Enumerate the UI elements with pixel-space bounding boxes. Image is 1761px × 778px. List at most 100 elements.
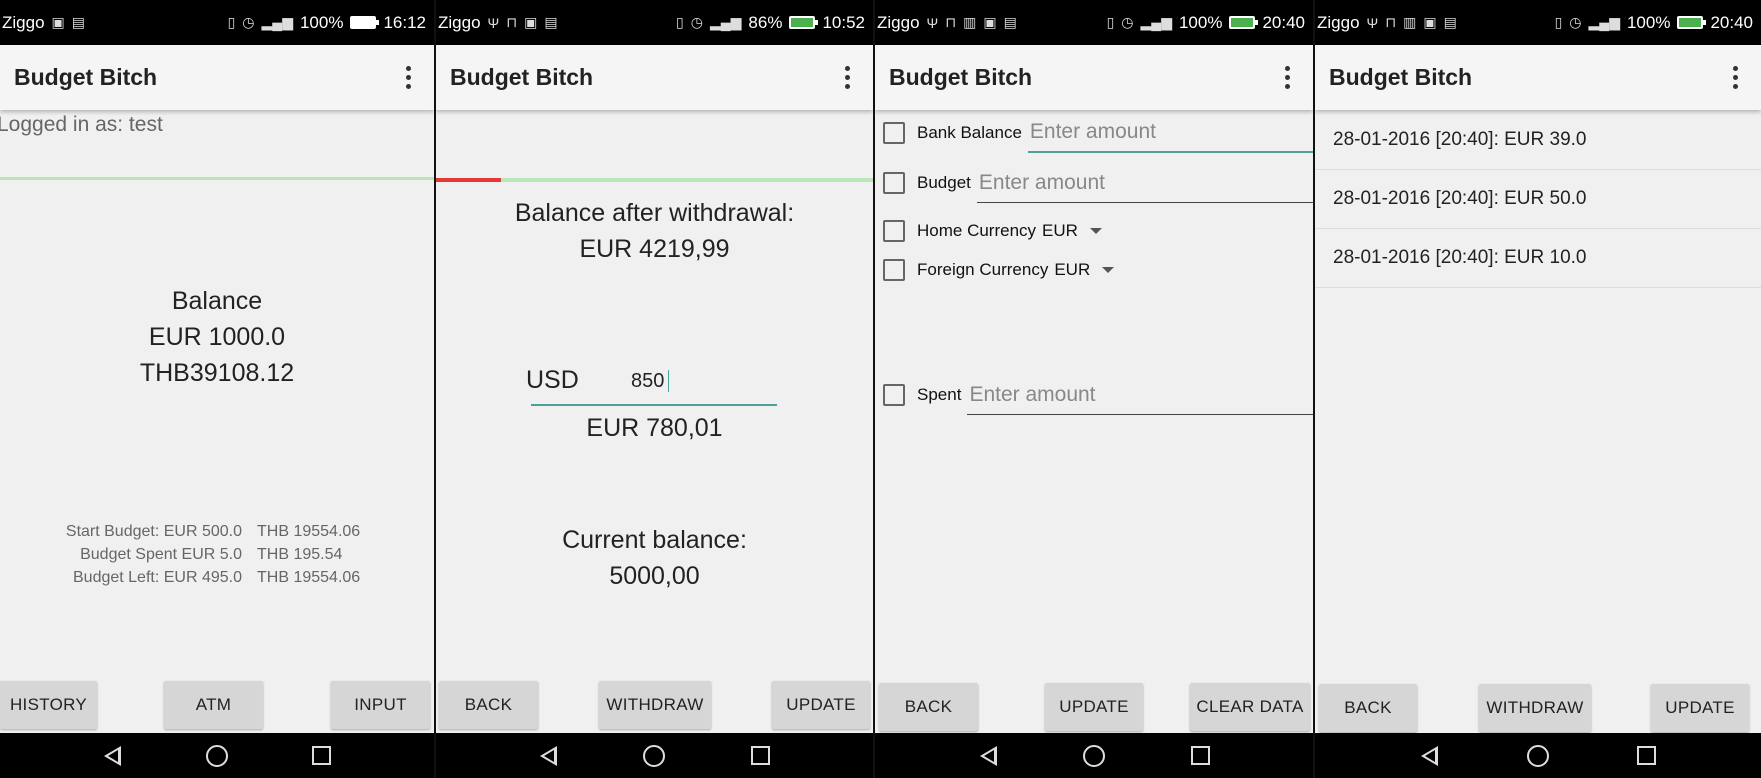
update-button[interactable]: UPDATE [1045,683,1143,731]
clock: 10:52 [822,12,865,32]
battery-percent: 100% [299,12,344,32]
update-button[interactable]: UPDATE [1651,684,1749,732]
withdraw-amount-input[interactable]: 850 [631,370,771,393]
balance-label: Balance [171,287,263,315]
balance-after-block: Balance after withdrawal: EUR 4219,99 [436,195,873,267]
history-item[interactable]: 28-01-2016 [20:40]: EUR 50.0 [1315,170,1761,229]
carrier-label: Ziggo [877,12,920,32]
stat-row: Start Budget: EUR 500.0 THB 19554.06 [0,520,434,543]
current-balance-value: 5000,00 [609,562,700,590]
input-button[interactable]: INPUT [331,681,430,729]
nav-recents-icon[interactable] [1632,741,1662,771]
atm-button[interactable]: ATM [164,681,263,729]
spent-label: Spent [917,385,962,404]
nav-home-icon[interactable] [1079,741,1109,771]
home-currency-value: EUR [1042,221,1078,240]
app-title: Budget Bitch [889,64,1033,90]
text-caret [668,370,669,392]
budget-row: Budget Enter amount [883,163,1313,203]
car-icon: ⊓ [506,14,518,30]
overflow-menu-icon[interactable] [1275,63,1299,93]
battery-charging-icon [1229,16,1259,29]
overflow-menu-icon[interactable] [396,63,420,93]
status-bar: Ziggo Ψ ⊓ ▥ ▣ ▤ ▯ ◷ ▂▄▆ 100% 20:40 [1315,0,1761,45]
alarm-icon: ◷ [242,14,255,30]
nav-recents-icon[interactable] [745,741,775,771]
budget-stats: Start Budget: EUR 500.0 THB 19554.06 Bud… [0,520,434,589]
stat-eur: Budget Spent EUR 5.0 [80,546,242,563]
alarm-icon: ◷ [690,14,703,30]
battery-percent: 100% [1178,12,1223,32]
stat-row: Budget Spent EUR 5.0 THB 195.54 [0,543,434,566]
nav-back-icon[interactable] [97,741,127,771]
vibrate-icon: ▯ [676,14,684,30]
current-balance-label: Current balance: [562,526,747,554]
nav-back-icon[interactable] [973,741,1003,771]
system-nav-bar [1315,733,1761,778]
stat-thb: THB 195.54 [257,546,343,563]
status-bar: Ziggo ▣ ▤ ▯ ◷ ▂▄▆ 100% 16:12 [0,0,434,45]
battery-charging-icon [1677,16,1707,29]
nav-back-icon[interactable] [534,741,564,771]
photo-notification-icon: ▤ [71,14,85,30]
system-nav-bar [0,733,434,778]
battery-percent: 100% [1626,12,1671,32]
balance-thb: THB39108.12 [139,359,295,387]
withdraw-amount-row: USD 850 [526,362,777,406]
nav-recents-icon[interactable] [1185,741,1215,771]
dropdown-arrow-icon [1102,267,1115,273]
stat-thb: THB 19554.06 [257,569,361,586]
bank-balance-input[interactable]: Enter amount [1027,113,1313,153]
stat-eur: Budget Left: EUR 495.0 [73,569,242,586]
nav-home-icon[interactable] [1523,741,1553,771]
balance-block: Balance EUR 1000.0 THB39108.12 [0,283,434,391]
gallery-icon: ▥ [1403,14,1417,30]
photo-notification-icon: ▤ [1443,14,1457,30]
spent-checkbox[interactable] [883,384,905,406]
history-button[interactable]: HISTORY [0,681,97,729]
clear-data-button[interactable]: CLEAR DATA [1190,683,1310,731]
nav-back-icon[interactable] [1414,741,1444,771]
update-button[interactable]: UPDATE [772,681,870,729]
foreign-currency-checkbox[interactable] [883,259,905,281]
home-currency-dropdown[interactable]: EUR [1042,221,1102,241]
history-list: 28-01-2016 [20:40]: EUR 39.0 28-01-2016 … [1315,111,1761,288]
app-bar: Budget Bitch [875,45,1313,110]
budget-progress-bar [0,177,434,180]
clock: 20:40 [1710,12,1753,32]
current-balance-block: Current balance: 5000,00 [436,522,873,594]
nav-recents-icon[interactable] [307,741,337,771]
back-button[interactable]: BACK [879,683,978,731]
history-item[interactable]: 28-01-2016 [20:40]: EUR 10.0 [1315,229,1761,288]
budget-checkbox[interactable] [883,172,905,194]
back-button[interactable]: BACK [1319,684,1417,732]
withdraw-button[interactable]: WITHDRAW [1479,684,1591,732]
home-currency-label: Home Currency [917,221,1037,240]
withdraw-button[interactable]: WITHDRAW [599,681,711,729]
vibrate-icon: ▯ [1554,14,1563,30]
image-notification-icon: ▣ [983,14,997,30]
signal-icon: ▂▄▆ [1588,14,1620,30]
overflow-menu-icon[interactable] [835,63,859,93]
carrier-label: Ziggo [438,12,481,32]
gallery-icon: ▥ [963,14,977,30]
nav-home-icon[interactable] [202,741,232,771]
app-bar: Budget Bitch [436,45,873,110]
home-currency-checkbox[interactable] [883,220,905,242]
nav-home-icon[interactable] [639,741,669,771]
screen-home: Ziggo ▣ ▤ ▯ ◷ ▂▄▆ 100% 16:12 Budget Bitc… [0,0,434,778]
back-button[interactable]: BACK [439,681,538,729]
balance-after-label: Balance after withdrawal: [514,199,795,227]
foreign-currency-dropdown[interactable]: EUR [1054,260,1115,280]
battery-icon [350,16,380,29]
overflow-menu-icon[interactable] [1723,63,1747,93]
bank-balance-checkbox[interactable] [883,122,905,144]
signal-icon: ▂▄▆ [261,14,293,30]
app-bar: Budget Bitch [1315,45,1761,110]
alarm-icon: ◷ [1569,14,1582,30]
balance-after-value: EUR 4219,99 [579,235,730,263]
app-bar: Budget Bitch [0,45,434,110]
history-item[interactable]: 28-01-2016 [20:40]: EUR 39.0 [1315,111,1761,170]
spent-input[interactable]: Enter amount [967,375,1313,415]
budget-input[interactable]: Enter amount [976,163,1313,203]
